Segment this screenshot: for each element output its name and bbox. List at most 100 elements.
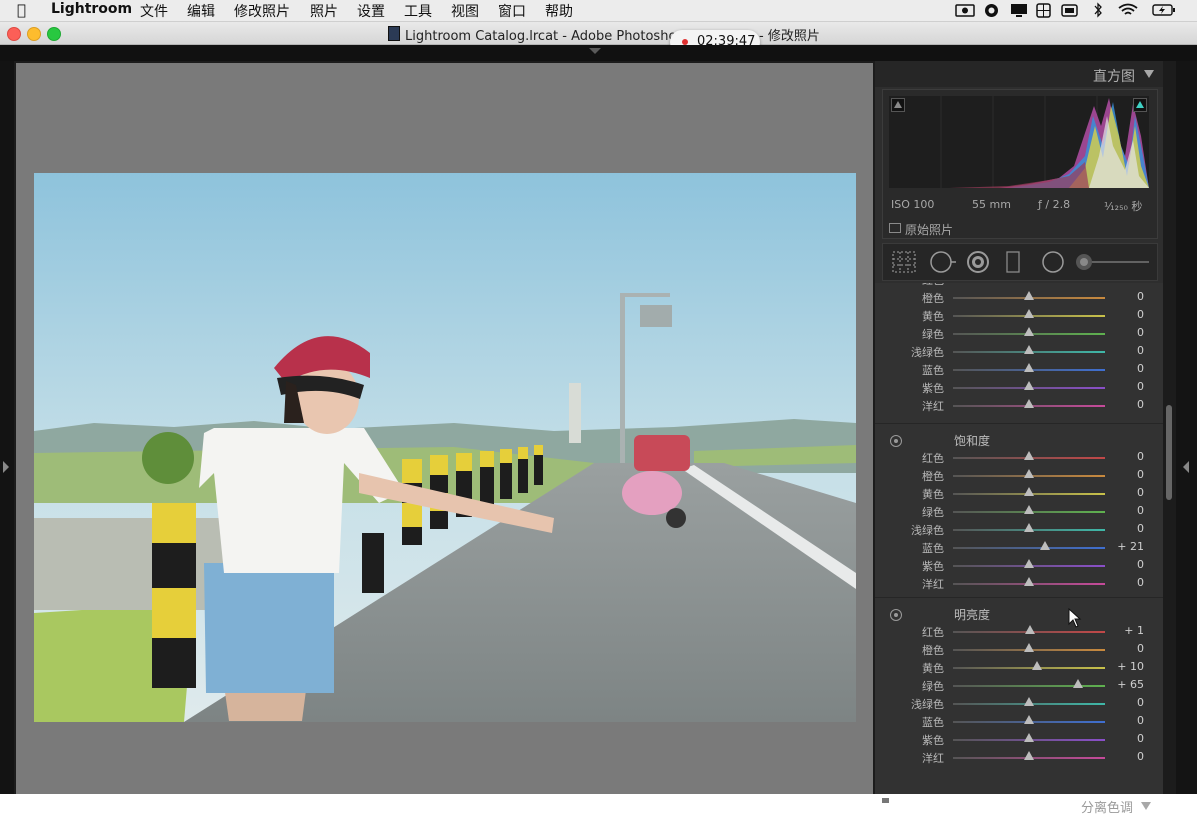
slider-thumb[interactable] (1073, 679, 1084, 688)
crop-overlay-icon[interactable] (892, 251, 916, 273)
slider-value[interactable]: 0 (1137, 714, 1144, 727)
slider-value[interactable]: 0 (1137, 522, 1144, 535)
slider-thumb[interactable] (1024, 715, 1034, 724)
slider-value[interactable]: 0 (1137, 732, 1144, 745)
saturation-slider-row[interactable]: 黄色 0 (875, 485, 1163, 503)
slider-thumb[interactable] (1024, 309, 1034, 318)
slider-thumb[interactable] (1024, 643, 1034, 652)
slider-value[interactable]: 0 (1137, 398, 1144, 411)
right-panel-toggle[interactable] (1176, 61, 1197, 794)
luminance-slider-row[interactable]: 紫色 0 (875, 731, 1163, 749)
slider-value[interactable]: 0 (1137, 576, 1144, 589)
slider-value[interactable]: + 21 (1117, 540, 1144, 553)
luminance-slider-row[interactable]: 洋红 0 (875, 749, 1163, 767)
zoom-window-button[interactable] (47, 27, 61, 41)
slider-thumb[interactable] (1024, 363, 1034, 372)
panel-scrollbar[interactable] (1166, 405, 1172, 500)
slider-thumb[interactable] (1024, 577, 1034, 586)
menu-settings[interactable]: 设置 (357, 1, 385, 21)
slider-thumb[interactable] (1024, 451, 1034, 460)
slider-thumb[interactable] (1024, 559, 1034, 568)
luminance-slider-row[interactable]: 橙色 0 (875, 641, 1163, 659)
original-photo-checkbox[interactable] (889, 223, 901, 233)
slider-thumb[interactable] (1024, 327, 1034, 336)
targeted-adjustment-icon[interactable] (890, 609, 902, 621)
slider-value[interactable]: + 1 (1124, 624, 1144, 637)
saturation-slider-row[interactable]: 橙色 0 (875, 467, 1163, 485)
red-eye-icon[interactable] (966, 250, 990, 274)
slider-value[interactable]: 0 (1137, 486, 1144, 499)
slider-value[interactable]: 0 (1137, 558, 1144, 571)
slider-track[interactable] (953, 547, 1105, 549)
record-status-icon[interactable] (984, 3, 999, 18)
bluetooth-icon[interactable] (1093, 2, 1103, 18)
slider-value[interactable]: 0 (1137, 468, 1144, 481)
slider-value[interactable]: 0 (1137, 380, 1144, 393)
slider-value[interactable]: 0 (1137, 283, 1144, 285)
highlight-clipping-toggle[interactable] (1133, 98, 1147, 112)
slider-thumb[interactable] (1024, 697, 1034, 706)
slider-thumb[interactable] (1024, 469, 1034, 478)
slider-thumb[interactable] (1024, 751, 1034, 760)
slider-thumb[interactable] (1024, 345, 1034, 354)
slider-value[interactable]: + 10 (1117, 660, 1144, 673)
slider-thumb[interactable] (1024, 487, 1034, 496)
split-toning-header[interactable]: 分离色调 (875, 796, 1163, 816)
targeted-adjustment-icon[interactable] (890, 435, 902, 447)
slider-value[interactable]: 0 (1137, 290, 1144, 303)
grid-app-icon[interactable] (1036, 3, 1051, 18)
histogram-collapse-icon[interactable] (1144, 70, 1154, 78)
window-app-icon[interactable] (1061, 3, 1078, 18)
luminance-slider-row[interactable]: 浅绿色 0 (875, 695, 1163, 713)
histogram-header[interactable]: 直方图 (875, 61, 1163, 87)
menu-photo[interactable]: 照片 (310, 1, 338, 21)
slider-thumb[interactable] (1024, 505, 1034, 514)
menu-edit[interactable]: 编辑 (187, 1, 215, 21)
slider-thumb[interactable] (1024, 733, 1034, 742)
hue-slider-row[interactable]: 蓝色 0 (875, 361, 1163, 379)
slider-value[interactable]: 0 (1137, 696, 1144, 709)
adjustment-brush-icon[interactable] (1075, 252, 1151, 272)
shadow-clipping-toggle[interactable] (891, 98, 905, 112)
slider-thumb[interactable] (1024, 523, 1034, 532)
slider-value[interactable]: 0 (1137, 308, 1144, 321)
top-panel-toggle[interactable] (0, 45, 1197, 61)
slider-thumb[interactable] (1024, 625, 1035, 634)
slider-thumb[interactable] (1039, 541, 1050, 550)
menu-tools[interactable]: 工具 (404, 1, 432, 21)
split-toning-collapse-icon[interactable] (1141, 802, 1151, 810)
slider-value[interactable]: 0 (1137, 504, 1144, 517)
slider-value[interactable]: + 65 (1117, 678, 1144, 691)
slider-value[interactable]: 0 (1137, 344, 1144, 357)
minimize-window-button[interactable] (27, 27, 41, 41)
luminance-slider-row[interactable]: 黄色 + 10 (875, 659, 1163, 677)
left-panel-toggle[interactable] (0, 61, 14, 794)
slider-thumb[interactable] (1024, 381, 1034, 390)
menu-develop[interactable]: 修改照片 (234, 1, 290, 21)
menu-app-name[interactable]: Lightroom (51, 1, 132, 17)
graduated-filter-icon[interactable] (1006, 250, 1020, 274)
hue-slider-row[interactable]: 紫色 0 (875, 379, 1163, 397)
battery-icon[interactable] (1152, 4, 1176, 16)
original-photo-toggle[interactable]: 原始照片 (889, 221, 953, 238)
slider-track[interactable] (953, 667, 1105, 669)
slider-value[interactable]: 0 (1137, 326, 1144, 339)
saturation-slider-row[interactable]: 洋红 0 (875, 575, 1163, 593)
luminance-slider-row[interactable]: 绿色 + 65 (875, 677, 1163, 695)
split-toning-toggle[interactable] (882, 798, 889, 803)
slider-value[interactable]: 0 (1137, 750, 1144, 763)
saturation-slider-row[interactable]: 紫色 0 (875, 557, 1163, 575)
slider-value[interactable]: 0 (1137, 450, 1144, 463)
menu-window[interactable]: 窗口 (498, 1, 526, 21)
spot-removal-icon[interactable] (929, 250, 957, 274)
slider-thumb[interactable] (1024, 399, 1034, 408)
saturation-slider-row[interactable]: 蓝色 + 21 (875, 539, 1163, 557)
photo-preview[interactable] (34, 173, 856, 722)
close-window-button[interactable] (7, 27, 21, 41)
display-icon[interactable] (1010, 3, 1028, 18)
saturation-slider-row[interactable]: 绿色 0 (875, 503, 1163, 521)
saturation-slider-row[interactable]: 浅绿色 0 (875, 521, 1163, 539)
hue-slider-row[interactable]: 浅绿色 0 (875, 343, 1163, 361)
menu-help[interactable]: 帮助 (545, 1, 573, 21)
wifi-icon[interactable] (1118, 3, 1138, 17)
